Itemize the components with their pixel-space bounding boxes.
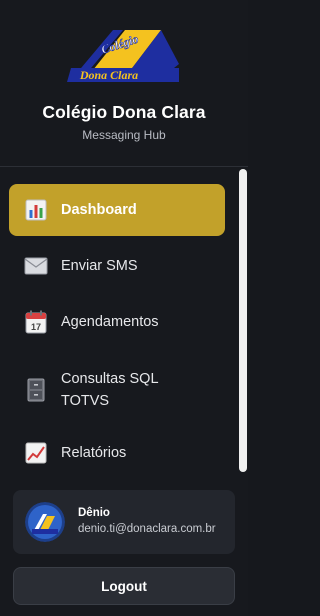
nav-label-dashboard: Dashboard	[61, 202, 137, 218]
avatar	[25, 502, 65, 542]
nav-label-consultas-sql: Consultas SQL TOTVS	[61, 368, 159, 412]
trend-chart-icon	[23, 440, 49, 466]
nav-item-relatorios[interactable]: Relatórios	[9, 428, 225, 474]
app-title: Colégio Dona Clara	[42, 102, 206, 122]
school-logo: Colégio Dona Clara	[67, 30, 179, 82]
brand-header: Colégio Dona Clara Colégio Dona Clara Me…	[0, 0, 248, 167]
nav-label-enviar-sms: Enviar SMS	[61, 258, 138, 274]
user-email: denio.ti@donaclara.com.br	[78, 523, 216, 535]
logo-text-dona-clara: Dona Clara	[79, 68, 138, 82]
scrollbar-thumb[interactable]	[239, 169, 247, 472]
bar-chart-icon	[23, 197, 49, 223]
nav-item-enviar-sms[interactable]: Enviar SMS	[9, 241, 225, 291]
user-name: Dênio	[78, 507, 110, 519]
sidebar: Colégio Dona Clara Colégio Dona Clara Me…	[0, 0, 248, 616]
app-subtitle: Messaging Hub	[82, 128, 166, 142]
nav-item-dashboard[interactable]: Dashboard	[9, 184, 225, 236]
nav-item-agendamentos[interactable]: 17 Agendamentos	[9, 297, 225, 347]
envelope-icon	[23, 253, 49, 279]
nav-label-consultas-line1: Consultas SQL	[61, 371, 159, 387]
user-profile-card[interactable]: Dênio denio.ti@donaclara.com.br	[13, 490, 235, 554]
logout-button[interactable]: Logout	[13, 567, 235, 605]
svg-text:17: 17	[31, 322, 41, 332]
calendar-icon: 17	[23, 309, 49, 335]
nav-label-agendamentos: Agendamentos	[61, 314, 159, 330]
nav-label-consultas-line2: TOTVS	[61, 393, 110, 409]
nav-label-relatorios: Relatórios	[61, 445, 127, 461]
sidebar-nav: Dashboard Enviar SMS 17 Agendamentos Con…	[0, 167, 248, 474]
nav-item-consultas-sql[interactable]: Consultas SQL TOTVS	[9, 358, 225, 422]
file-cabinet-icon	[23, 377, 49, 403]
